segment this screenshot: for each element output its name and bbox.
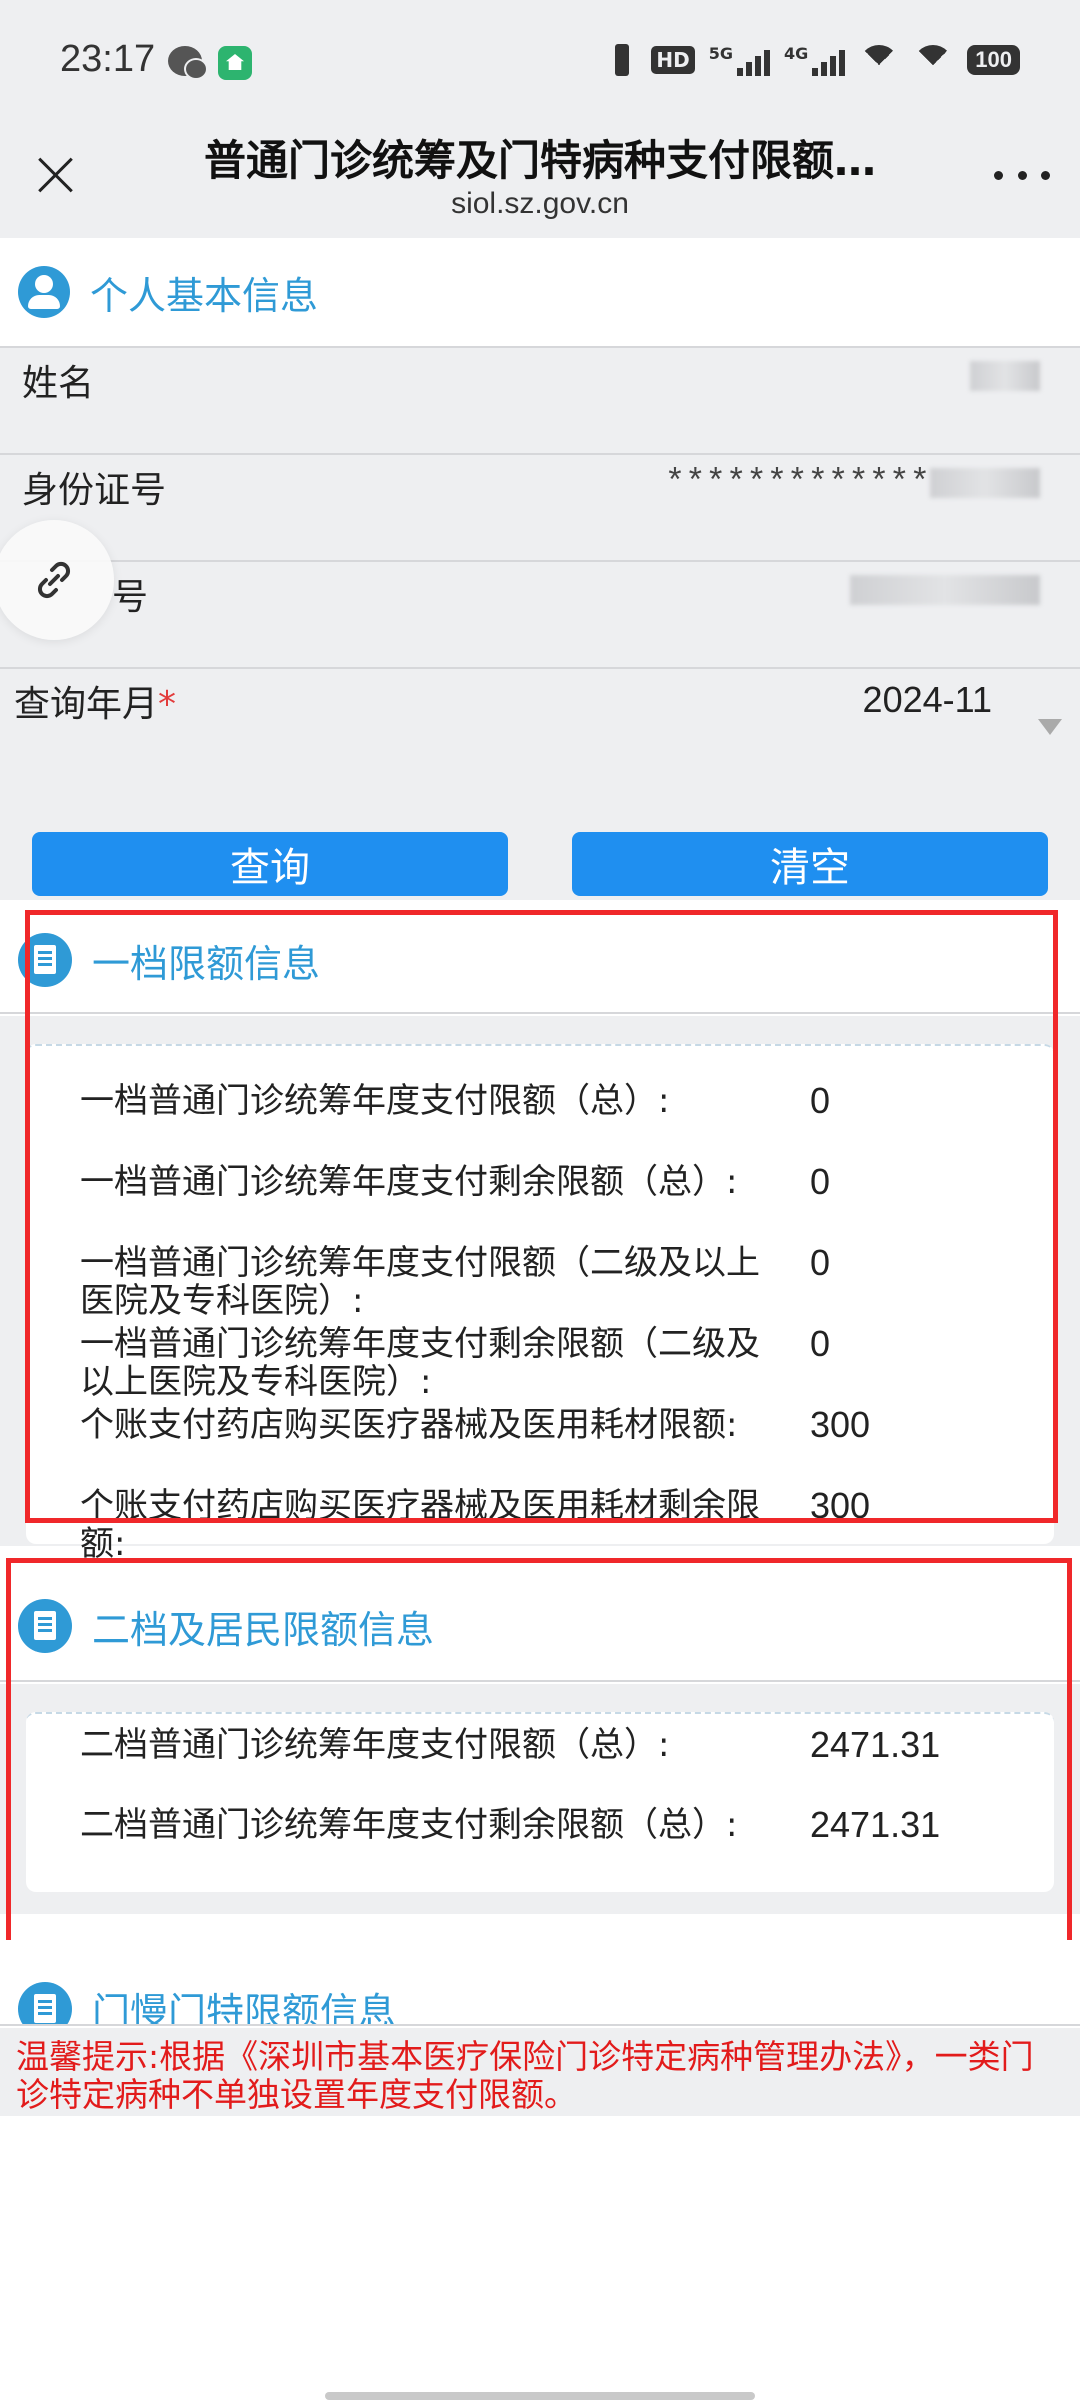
status-app-icons (168, 46, 252, 80)
section-chronic-title: 门慢门特限额信息 (92, 1990, 397, 2026)
chevron-down-icon[interactable] (1038, 719, 1062, 735)
net-5g-label: 5G (708, 44, 734, 63)
signal-icon-2 (812, 44, 846, 76)
wifi-icon (859, 45, 900, 75)
net-4g-label: 4G (784, 44, 809, 63)
card-number-value (850, 572, 1040, 610)
nav-bar: 普通门诊统筹及门特病种支付限额… siol.sz.gov.cn (0, 125, 1080, 238)
id-value-mask: ************* (664, 465, 930, 503)
section-chronic-header: 门慢门特限额信息 (0, 1940, 1080, 2026)
required-mark: * (158, 684, 177, 725)
status-bar: 23:17 HD 5G 4G 100 (0, 0, 1080, 125)
section-personal-header: 个人基本信息 (0, 238, 1080, 346)
status-time: 23:17 (60, 38, 156, 80)
signal-icon (737, 44, 771, 76)
section-personal-title: 个人基本信息 (90, 273, 319, 318)
highlight-box-tier2 (6, 1558, 1072, 1962)
home-indicator[interactable] (325, 2392, 755, 2400)
notice-text: 温馨提示:根据《深圳市基本医疗保险门诊特定病种管理办法》，一类门诊特定病种不单独… (0, 2028, 1080, 2116)
app-icon (218, 46, 252, 80)
id-label: 身份证号 (22, 470, 167, 511)
vibrate-icon (607, 44, 637, 76)
card-number-row: 号 (0, 560, 1080, 667)
close-icon[interactable] (30, 150, 80, 200)
clear-button[interactable]: 清空 (572, 832, 1048, 896)
wifi-icon-2 (913, 45, 954, 75)
name-row: 姓名 (0, 346, 1080, 453)
status-indicators: HD 5G 4G 100 (607, 44, 1020, 76)
battery-icon: 100 (967, 45, 1020, 75)
month-value[interactable]: 2024-11 (863, 679, 992, 721)
page-url: siol.sz.gov.cn (451, 187, 629, 220)
more-icon[interactable] (994, 165, 1050, 185)
id-value: ************* (665, 465, 1040, 503)
month-label: 查询年月* (14, 684, 177, 725)
name-value (970, 358, 1040, 396)
document-icon (18, 1982, 72, 2024)
id-row: 身份证号 ************* (0, 453, 1080, 560)
user-icon (18, 266, 70, 318)
card-number-label: 号 (112, 577, 149, 618)
wechat-icon (168, 46, 208, 80)
hd-icon: HD (651, 46, 695, 74)
highlight-box-tier1 (25, 910, 1058, 1523)
top-chrome: 23:17 HD 5G 4G 100 普通门诊统筹及门特病种支付限额… siol… (0, 0, 1080, 238)
name-label: 姓名 (22, 363, 95, 404)
link-icon (37, 561, 71, 599)
query-button[interactable]: 查询 (32, 832, 508, 896)
month-row[interactable]: 查询年月* 2024-11 (0, 667, 1080, 774)
page-title: 普通门诊统筹及门特病种支付限额… (203, 136, 876, 185)
